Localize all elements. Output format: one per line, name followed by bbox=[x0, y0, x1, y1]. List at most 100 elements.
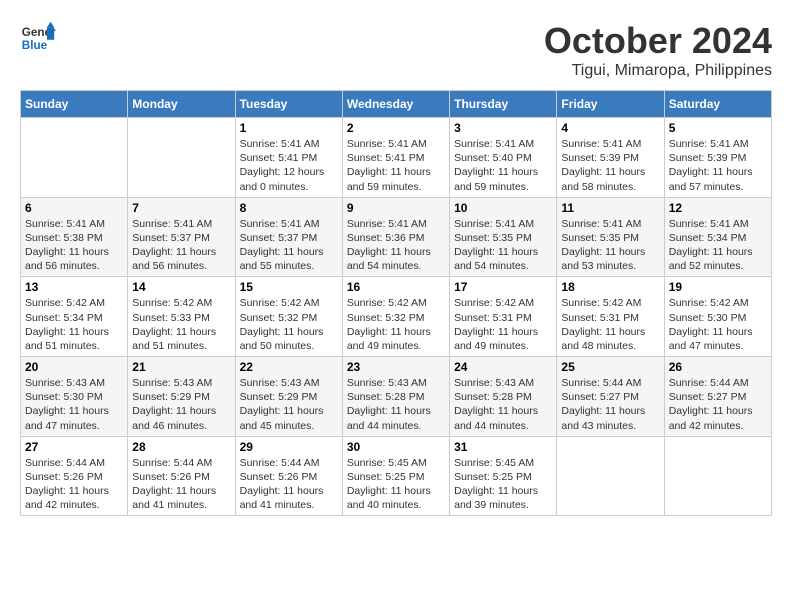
day-header-wednesday: Wednesday bbox=[342, 91, 449, 118]
logo: General Blue bbox=[20, 20, 56, 56]
day-number: 27 bbox=[25, 440, 123, 454]
day-number: 19 bbox=[669, 280, 767, 294]
calendar-cell: 25Sunrise: 5:44 AM Sunset: 5:27 PM Dayli… bbox=[557, 357, 664, 437]
day-number: 4 bbox=[561, 121, 659, 135]
cell-content: Sunrise: 5:42 AM Sunset: 5:32 PM Dayligh… bbox=[347, 296, 445, 353]
calendar-cell: 28 Sunrise: 5:44 AM Sunset: 5:26 PM Dayli… bbox=[128, 436, 235, 516]
day-number: 14 bbox=[132, 280, 230, 294]
calendar-cell: 19 Sunrise: 5:42 AM Sunset: 5:30 PM Dayli… bbox=[664, 277, 771, 357]
day-number: 11 bbox=[561, 201, 659, 215]
cell-content: Sunrise: 5:41 AM Sunset: 5:37 PM Dayligh… bbox=[240, 217, 338, 274]
cell-content: Sunrise: 5:41 AM Sunset: 5:37 PM Dayligh… bbox=[132, 217, 230, 274]
calendar-cell: 6Sunrise: 5:41 AM Sunset: 5:38 PM Daylig… bbox=[21, 197, 128, 277]
calendar-cell: 18 Sunrise: 5:42 AM Sunset: 5:31 PM Dayli… bbox=[557, 277, 664, 357]
day-number: 8 bbox=[240, 201, 338, 215]
day-number: 20 bbox=[25, 360, 123, 374]
calendar-header-row: SundayMondayTuesdayWednesdayThursdayFrid… bbox=[21, 91, 772, 118]
calendar-cell bbox=[664, 436, 771, 516]
calendar-cell: 24 Sunrise: 5:43 AM Sunset: 5:28 PM Dayli… bbox=[450, 357, 557, 437]
day-header-thursday: Thursday bbox=[450, 91, 557, 118]
calendar-cell: 29 Sunrise: 5:44 AM Sunset: 5:26 PM Dayli… bbox=[235, 436, 342, 516]
cell-content: Sunrise: 5:44 AM Sunset: 5:27 PM Dayligh… bbox=[561, 376, 659, 433]
day-number: 7 bbox=[132, 201, 230, 215]
calendar-cell: 20 Sunrise: 5:43 AM Sunset: 5:30 PM Dayli… bbox=[21, 357, 128, 437]
day-number: 16 bbox=[347, 280, 445, 294]
day-header-sunday: Sunday bbox=[21, 91, 128, 118]
month-title: October 2024 bbox=[544, 20, 772, 62]
calendar-cell: 1 Sunrise: 5:41 AM Sunset: 5:41 PM Daylig… bbox=[235, 118, 342, 198]
cell-content: Sunrise: 5:43 AM Sunset: 5:30 PM Dayligh… bbox=[25, 376, 123, 433]
calendar-cell: 7 Sunrise: 5:41 AM Sunset: 5:37 PM Daylig… bbox=[128, 197, 235, 277]
calendar-cell bbox=[557, 436, 664, 516]
calendar-cell: 22Sunrise: 5:43 AM Sunset: 5:29 PM Dayli… bbox=[235, 357, 342, 437]
day-number: 31 bbox=[454, 440, 552, 454]
title-block: October 2024 Tigui, Mimaropa, Philippine… bbox=[544, 20, 772, 80]
calendar-cell: 10 Sunrise: 5:41 AM Sunset: 5:35 PM Dayli… bbox=[450, 197, 557, 277]
cell-content: Sunrise: 5:41 AM Sunset: 5:39 PM Dayligh… bbox=[669, 137, 767, 194]
cell-content: Sunrise: 5:41 AM Sunset: 5:35 PM Dayligh… bbox=[454, 217, 552, 274]
cell-content: Sunrise: 5:43 AM Sunset: 5:28 PM Dayligh… bbox=[347, 376, 445, 433]
cell-content: Sunrise: 5:44 AM Sunset: 5:26 PM Dayligh… bbox=[25, 456, 123, 513]
calendar-cell: 2 Sunrise: 5:41 AM Sunset: 5:41 PM Daylig… bbox=[342, 118, 449, 198]
day-number: 30 bbox=[347, 440, 445, 454]
day-number: 10 bbox=[454, 201, 552, 215]
day-number: 15 bbox=[240, 280, 338, 294]
calendar-cell: 14 Sunrise: 5:42 AM Sunset: 5:33 PM Dayli… bbox=[128, 277, 235, 357]
calendar-cell: 4 Sunrise: 5:41 AM Sunset: 5:39 PM Daylig… bbox=[557, 118, 664, 198]
cell-content: Sunrise: 5:43 AM Sunset: 5:29 PM Dayligh… bbox=[132, 376, 230, 433]
calendar-cell: 31 Sunrise: 5:45 AM Sunset: 5:25 PM Dayli… bbox=[450, 436, 557, 516]
cell-content: Sunrise: 5:42 AM Sunset: 5:31 PM Dayligh… bbox=[561, 296, 659, 353]
day-header-saturday: Saturday bbox=[664, 91, 771, 118]
cell-content: Sunrise: 5:42 AM Sunset: 5:30 PM Dayligh… bbox=[669, 296, 767, 353]
day-number: 29 bbox=[240, 440, 338, 454]
cell-content: Sunrise: 5:43 AM Sunset: 5:28 PM Dayligh… bbox=[454, 376, 552, 433]
cell-content: Sunrise: 5:45 AM Sunset: 5:25 PM Dayligh… bbox=[454, 456, 552, 513]
cell-content: Sunrise: 5:44 AM Sunset: 5:27 PM Dayligh… bbox=[669, 376, 767, 433]
calendar-cell: 12Sunrise: 5:41 AM Sunset: 5:34 PM Dayli… bbox=[664, 197, 771, 277]
calendar-cell: 3 Sunrise: 5:41 AM Sunset: 5:40 PM Daylig… bbox=[450, 118, 557, 198]
day-number: 23 bbox=[347, 360, 445, 374]
calendar-cell: 30 Sunrise: 5:45 AM Sunset: 5:25 PM Dayli… bbox=[342, 436, 449, 516]
day-number: 17 bbox=[454, 280, 552, 294]
cell-content: Sunrise: 5:45 AM Sunset: 5:25 PM Dayligh… bbox=[347, 456, 445, 513]
cell-content: Sunrise: 5:41 AM Sunset: 5:39 PM Dayligh… bbox=[561, 137, 659, 194]
day-header-friday: Friday bbox=[557, 91, 664, 118]
calendar-cell: 15 Sunrise: 5:42 AM Sunset: 5:32 PM Dayli… bbox=[235, 277, 342, 357]
calendar-cell bbox=[128, 118, 235, 198]
location-subtitle: Tigui, Mimaropa, Philippines bbox=[544, 62, 772, 80]
cell-content: Sunrise: 5:41 AM Sunset: 5:41 PM Dayligh… bbox=[347, 137, 445, 194]
svg-text:Blue: Blue bbox=[22, 39, 48, 52]
calendar-cell: 21Sunrise: 5:43 AM Sunset: 5:29 PM Dayli… bbox=[128, 357, 235, 437]
cell-content: Sunrise: 5:44 AM Sunset: 5:26 PM Dayligh… bbox=[132, 456, 230, 513]
calendar-cell: 9Sunrise: 5:41 AM Sunset: 5:36 PM Daylig… bbox=[342, 197, 449, 277]
day-header-monday: Monday bbox=[128, 91, 235, 118]
calendar-week-3: 13Sunrise: 5:42 AM Sunset: 5:34 PM Dayli… bbox=[21, 277, 772, 357]
day-number: 6 bbox=[25, 201, 123, 215]
calendar-cell: 13Sunrise: 5:42 AM Sunset: 5:34 PM Dayli… bbox=[21, 277, 128, 357]
calendar-table: SundayMondayTuesdayWednesdayThursdayFrid… bbox=[20, 90, 772, 516]
calendar-cell: 16 Sunrise: 5:42 AM Sunset: 5:32 PM Dayli… bbox=[342, 277, 449, 357]
calendar-cell: 5 Sunrise: 5:41 AM Sunset: 5:39 PM Daylig… bbox=[664, 118, 771, 198]
calendar-cell: 17 Sunrise: 5:42 AM Sunset: 5:31 PM Dayli… bbox=[450, 277, 557, 357]
page-header: General Blue October 2024 Tigui, Mimarop… bbox=[20, 20, 772, 80]
cell-content: Sunrise: 5:42 AM Sunset: 5:31 PM Dayligh… bbox=[454, 296, 552, 353]
cell-content: Sunrise: 5:41 AM Sunset: 5:40 PM Dayligh… bbox=[454, 137, 552, 194]
day-number: 1 bbox=[240, 121, 338, 135]
cell-content: Sunrise: 5:42 AM Sunset: 5:33 PM Dayligh… bbox=[132, 296, 230, 353]
day-number: 2 bbox=[347, 121, 445, 135]
cell-content: Sunrise: 5:41 AM Sunset: 5:41 PM Dayligh… bbox=[240, 137, 338, 194]
cell-content: Sunrise: 5:42 AM Sunset: 5:34 PM Dayligh… bbox=[25, 296, 123, 353]
day-number: 18 bbox=[561, 280, 659, 294]
day-number: 24 bbox=[454, 360, 552, 374]
cell-content: Sunrise: 5:42 AM Sunset: 5:32 PM Dayligh… bbox=[240, 296, 338, 353]
cell-content: Sunrise: 5:41 AM Sunset: 5:36 PM Dayligh… bbox=[347, 217, 445, 274]
day-number: 28 bbox=[132, 440, 230, 454]
cell-content: Sunrise: 5:44 AM Sunset: 5:26 PM Dayligh… bbox=[240, 456, 338, 513]
day-number: 12 bbox=[669, 201, 767, 215]
calendar-cell: 8 Sunrise: 5:41 AM Sunset: 5:37 PM Daylig… bbox=[235, 197, 342, 277]
day-number: 22 bbox=[240, 360, 338, 374]
day-number: 5 bbox=[669, 121, 767, 135]
day-number: 3 bbox=[454, 121, 552, 135]
day-header-tuesday: Tuesday bbox=[235, 91, 342, 118]
calendar-week-4: 20 Sunrise: 5:43 AM Sunset: 5:30 PM Dayli… bbox=[21, 357, 772, 437]
